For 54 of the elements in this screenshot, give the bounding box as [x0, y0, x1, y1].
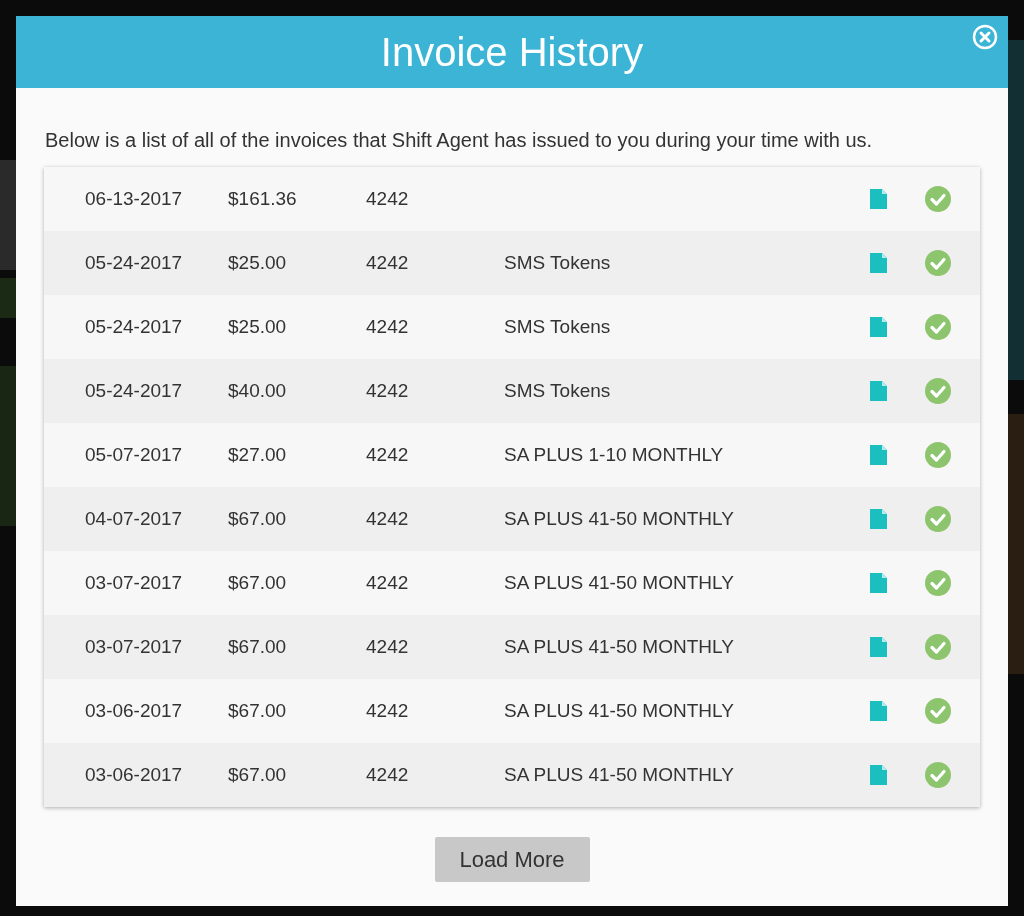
document-icon[interactable]: [870, 381, 887, 401]
date-cell-text: 04-07-2017: [85, 506, 184, 531]
dialog-title: Invoice History: [380, 29, 644, 76]
amount-cell-text: $25.00: [228, 314, 288, 339]
document-icon[interactable]: [870, 701, 887, 721]
description-cell-text: SA PLUS 1-10 MONTHLY: [504, 442, 725, 467]
document-icon[interactable]: [870, 317, 887, 337]
date-cell-text: 05-24-2017: [85, 314, 184, 339]
number-cell-text: 4242: [366, 442, 410, 467]
number-cell-text: 4242: [366, 314, 410, 339]
date-cell-text: 05-24-2017: [85, 378, 184, 403]
date-cell-text: 03-07-2017: [85, 570, 184, 595]
document-icon[interactable]: [870, 253, 887, 273]
intro-text: Below is a list of all of the invoices that Shift Agent has issued to you during your time with us.: [45, 128, 874, 153]
date-cell-text: 05-24-2017: [85, 250, 184, 275]
number-cell-text: 4242: [366, 186, 410, 211]
number-cell-text: 4242: [366, 698, 410, 723]
date-cell-text: 03-07-2017: [85, 634, 184, 659]
amount-cell-text: $25.00: [228, 250, 288, 275]
document-icon[interactable]: [870, 573, 887, 593]
date-cell-text: 05-07-2017: [85, 442, 184, 467]
number-cell-text: 4242: [366, 506, 410, 531]
amount-cell-text: $67.00: [228, 570, 288, 595]
description-cell-text: SA PLUS 41-50 MONTHLY: [504, 698, 735, 723]
description-cell-text: SMS Tokens: [504, 250, 612, 275]
description-cell-text: SA PLUS 41-50 MONTHLY: [504, 570, 735, 595]
number-cell-text: 4242: [366, 762, 410, 787]
description-cell-text: SMS Tokens: [504, 314, 612, 339]
date-cell-text: 06-13-2017: [85, 186, 184, 211]
amount-cell-text: $67.00: [228, 634, 288, 659]
document-icon[interactable]: [870, 637, 887, 657]
amount-cell-text: $67.00: [228, 506, 288, 531]
amount-cell-text: $40.00: [228, 378, 288, 403]
amount-cell-text: $67.00: [228, 762, 288, 787]
number-cell-text: 4242: [366, 250, 410, 275]
document-icon[interactable]: [870, 509, 887, 529]
description-cell-text: SA PLUS 41-50 MONTHLY: [504, 762, 735, 787]
load-more-button[interactable]: Load More: [434, 837, 590, 882]
close-icon: [972, 24, 998, 50]
number-cell-text: 4242: [366, 378, 410, 403]
description-cell-text: SMS Tokens: [504, 378, 612, 403]
amount-cell-text: $67.00: [228, 698, 288, 723]
amount-cell-text: $161.36: [228, 186, 298, 211]
number-cell-text: 4242: [366, 570, 410, 595]
description-cell-text: SA PLUS 41-50 MONTHLY: [504, 634, 735, 659]
document-icon[interactable]: [870, 765, 887, 785]
date-cell-text: 03-06-2017: [85, 762, 184, 787]
date-cell-text: 03-06-2017: [85, 698, 184, 723]
document-icon[interactable]: [870, 189, 887, 209]
number-cell-text: 4242: [366, 634, 410, 659]
amount-cell-text: $27.00: [228, 442, 288, 467]
description-cell-text: SA PLUS 41-50 MONTHLY: [504, 506, 735, 531]
document-icon[interactable]: [870, 445, 887, 465]
close-button[interactable]: [972, 24, 998, 50]
